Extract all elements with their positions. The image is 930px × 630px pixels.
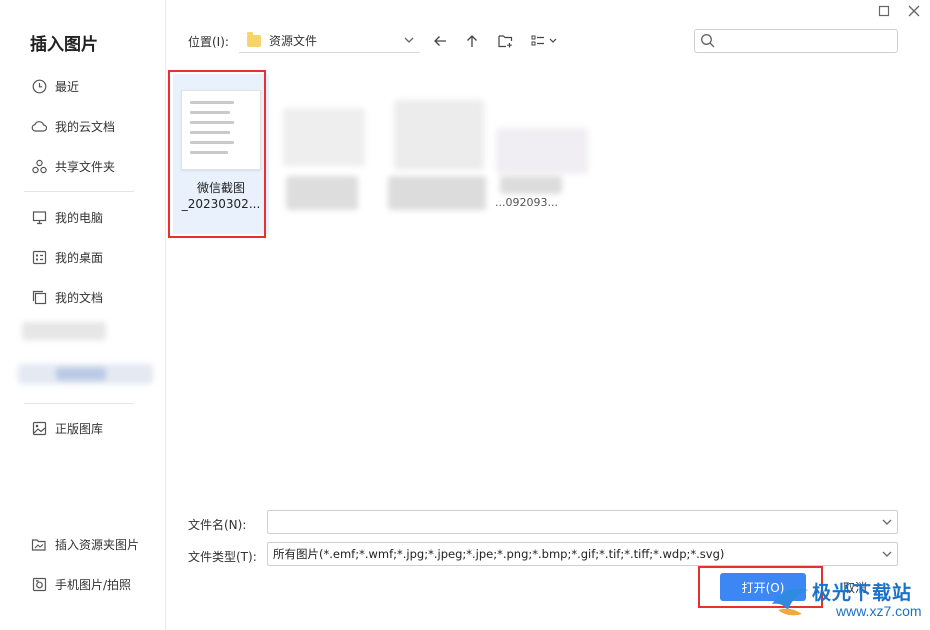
location-label: 位置(I): bbox=[188, 35, 229, 49]
clock-icon bbox=[31, 78, 47, 94]
cloud-icon bbox=[31, 118, 47, 134]
sidebar-item-label: 我的文档 bbox=[55, 290, 104, 305]
sidebar-item-label: 手机图片/拍照 bbox=[55, 577, 132, 592]
sidebar-item-cloud-docs[interactable]: 我的云文档 bbox=[31, 115, 115, 137]
redacted-file-name bbox=[388, 176, 486, 210]
share-group-icon bbox=[31, 158, 47, 174]
sidebar-item-recent[interactable]: 最近 bbox=[31, 75, 79, 97]
redacted-sidebar-item bbox=[22, 322, 106, 340]
chevron-down-icon bbox=[882, 551, 892, 557]
location-value: 资源文件 bbox=[269, 34, 318, 48]
redacted-file-name bbox=[500, 176, 562, 194]
square-icon bbox=[878, 5, 890, 17]
sidebar-item-image-library[interactable]: 正版图库 bbox=[31, 417, 103, 439]
new-folder-button[interactable] bbox=[495, 31, 515, 51]
search-input[interactable] bbox=[720, 31, 890, 51]
highlight-box-file bbox=[168, 70, 266, 238]
sidebar: 插入图片 最近 我的云文档 共享文件夹 我的电脑 我的桌面 我的文档 正版图库 … bbox=[0, 0, 166, 630]
folder-icon bbox=[247, 31, 261, 47]
new-folder-icon bbox=[497, 35, 512, 48]
search-icon bbox=[701, 34, 715, 48]
filetype-value: 所有图片(*.emf;*.wmf;*.jpg;*.jpeg;*.jpe;*.pn… bbox=[273, 547, 725, 561]
sidebar-divider bbox=[24, 191, 134, 192]
view-mode-button[interactable] bbox=[530, 31, 560, 51]
sidebar-item-label: 我的云文档 bbox=[55, 119, 116, 134]
watermark-text: 极光下载站 bbox=[812, 582, 913, 604]
location-dropdown[interactable]: 资源文件 bbox=[239, 29, 420, 53]
sidebar-item-phone-photo[interactable]: 手机图片/拍照 bbox=[31, 573, 131, 595]
monitor-icon bbox=[31, 209, 47, 225]
image-library-icon bbox=[31, 420, 47, 436]
sidebar-item-label: 最近 bbox=[55, 79, 80, 94]
filetype-label: 文件类型(T): bbox=[188, 550, 257, 564]
sidebar-divider bbox=[24, 403, 134, 404]
redacted-file-name bbox=[286, 176, 358, 210]
watermark: 极光下载站 www.xz7.com bbox=[768, 578, 928, 628]
sidebar-item-my-desktop[interactable]: 我的桌面 bbox=[31, 246, 103, 268]
chevron-down-icon bbox=[404, 37, 414, 43]
filetype-select[interactable]: 所有图片(*.emf;*.wmf;*.jpg;*.jpeg;*.jpe;*.pn… bbox=[267, 542, 898, 566]
folder-image-icon bbox=[31, 536, 47, 552]
filename-label: 文件名(N): bbox=[188, 518, 247, 532]
chevron-down-icon bbox=[882, 519, 892, 525]
redacted-file-thumbnail bbox=[394, 100, 484, 170]
redacted-file-thumbnail bbox=[496, 128, 588, 174]
watermark-url: www.xz7.com bbox=[836, 603, 922, 619]
sidebar-item-label: 我的桌面 bbox=[55, 250, 104, 265]
sidebar-item-label: 共享文件夹 bbox=[55, 159, 116, 174]
desktop-icon bbox=[31, 249, 47, 265]
redacted-sidebar-label bbox=[56, 368, 106, 380]
back-button[interactable] bbox=[430, 31, 450, 51]
close-button[interactable] bbox=[905, 2, 923, 20]
sidebar-item-my-computer[interactable]: 我的电脑 bbox=[31, 206, 103, 228]
list-view-icon bbox=[531, 35, 557, 46]
redacted-file-thumbnail bbox=[283, 108, 365, 166]
documents-icon bbox=[31, 289, 47, 305]
sidebar-item-label: 插入资源夹图片 bbox=[55, 537, 140, 552]
phone-photo-icon bbox=[31, 576, 47, 592]
filename-input[interactable] bbox=[267, 510, 898, 534]
watermark-logo-icon bbox=[772, 588, 808, 616]
sidebar-item-my-documents[interactable]: 我的文档 bbox=[31, 286, 103, 308]
sidebar-item-label: 正版图库 bbox=[55, 421, 104, 436]
sidebar-item-shared-folder[interactable]: 共享文件夹 bbox=[31, 155, 115, 177]
arrow-left-icon bbox=[434, 36, 446, 46]
sidebar-item-insert-folder-images[interactable]: 插入资源夹图片 bbox=[31, 533, 139, 555]
file-name-partial: ...092093... bbox=[495, 196, 558, 209]
close-icon bbox=[908, 5, 920, 17]
maximize-button[interactable] bbox=[875, 2, 893, 20]
up-folder-button[interactable] bbox=[462, 31, 482, 51]
dialog-title: 插入图片 bbox=[30, 35, 98, 55]
arrow-up-icon bbox=[467, 35, 477, 47]
sidebar-item-label: 我的电脑 bbox=[55, 210, 104, 225]
search-field[interactable] bbox=[694, 29, 898, 53]
